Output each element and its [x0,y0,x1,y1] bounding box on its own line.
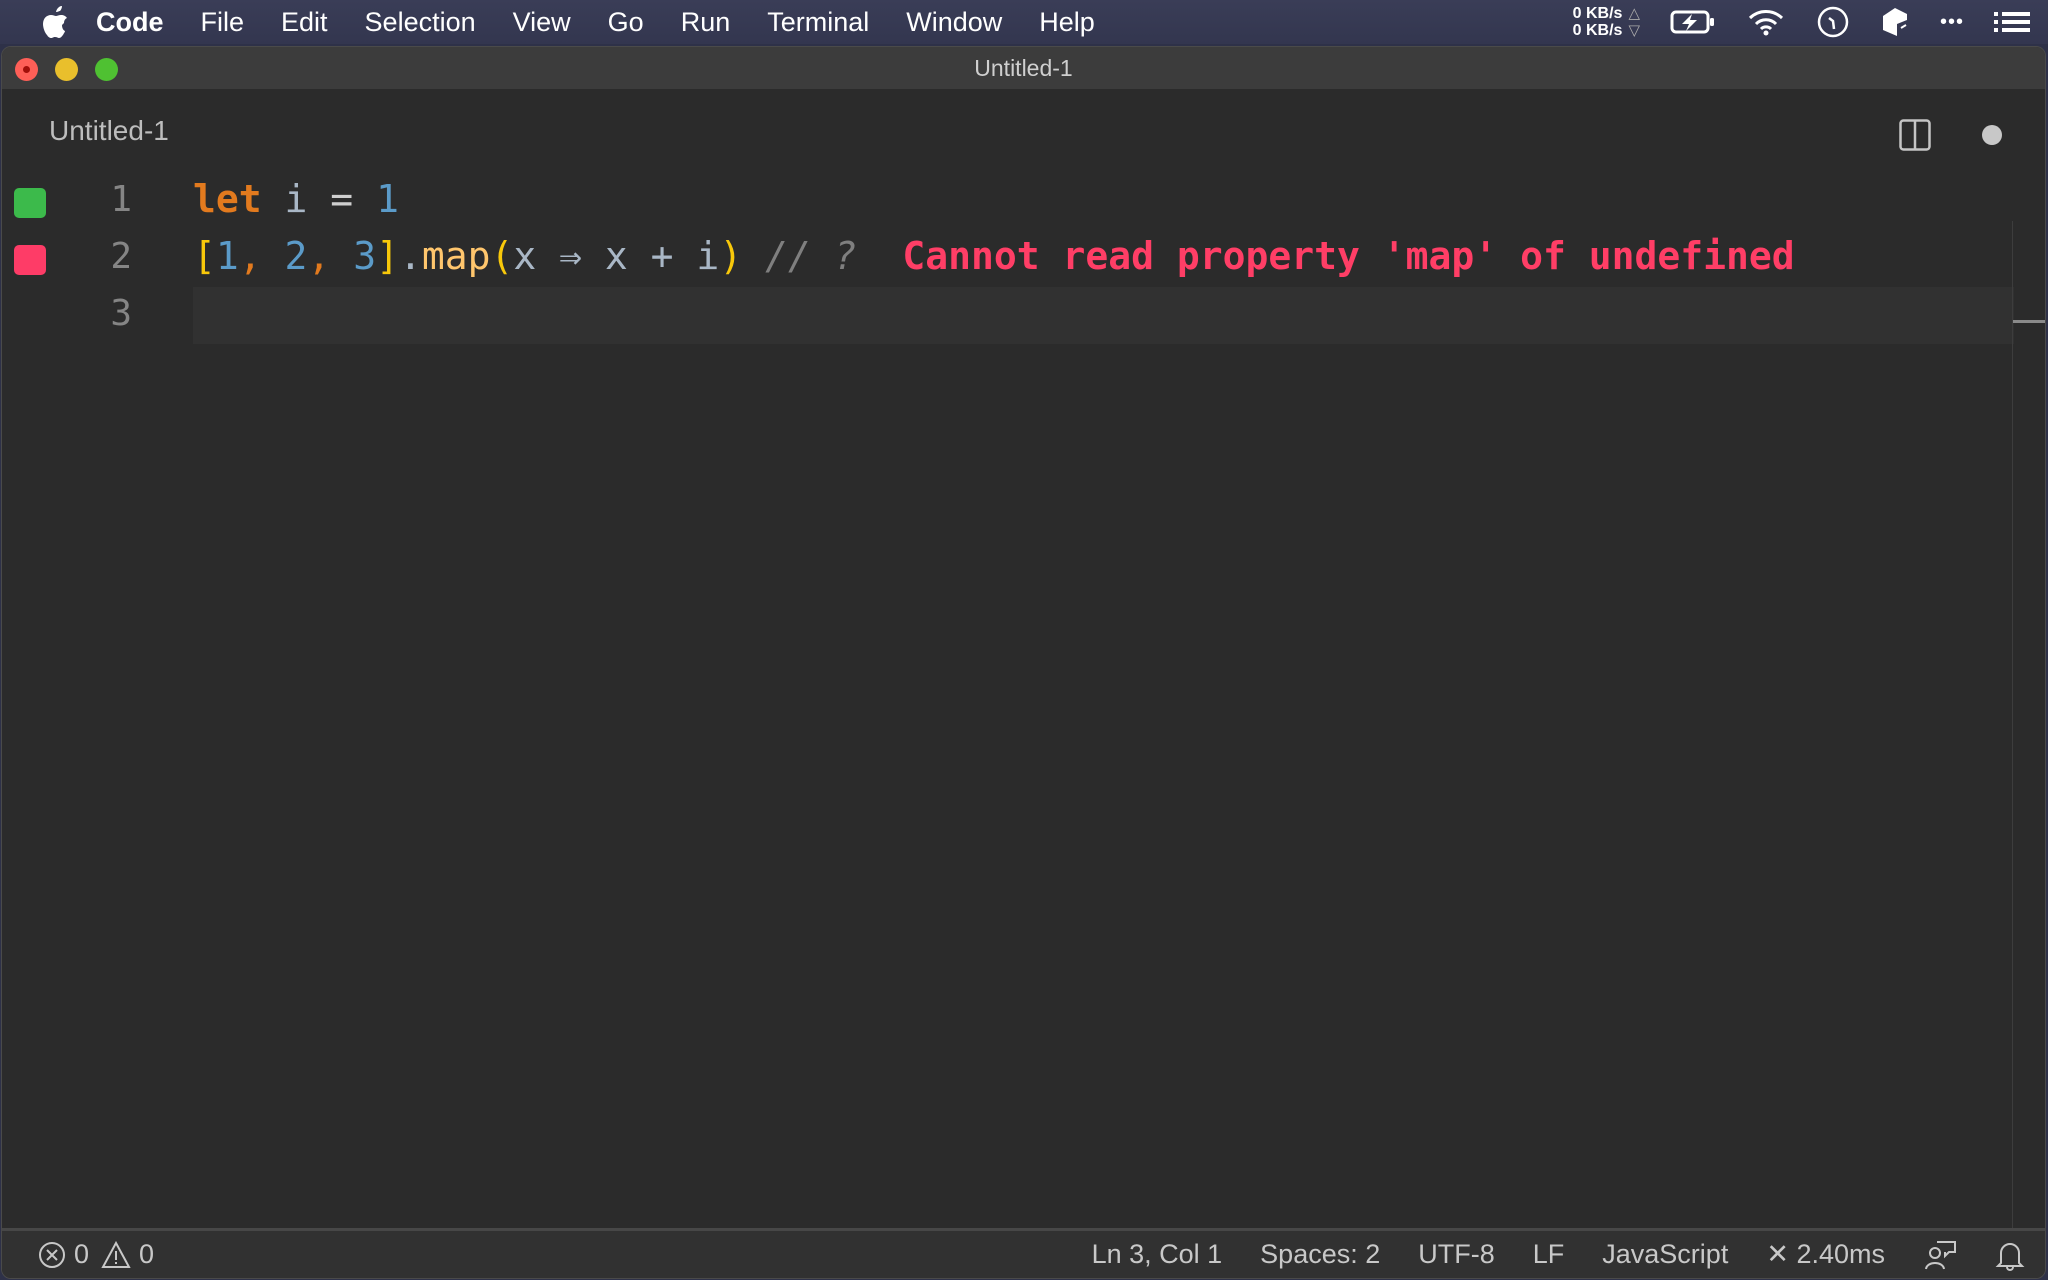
cursor-position[interactable]: Ln 3, Col 1 [1092,1239,1223,1270]
menu-edit[interactable]: Edit [281,7,328,38]
menu-app-code[interactable]: Code [96,7,164,38]
error-circle-icon [38,1241,66,1269]
menu-selection[interactable]: Selection [365,7,476,38]
code-token: = [307,177,377,221]
menu-file[interactable]: File [201,7,245,38]
language-mode[interactable]: JavaScript [1602,1239,1728,1270]
line-number: 1 [110,179,132,220]
editor-tab-bar: Untitled-1 [2,89,2045,173]
code-text: let i = 1 [193,177,399,221]
menu-go[interactable]: Go [608,7,644,38]
title-bar[interactable]: Untitled-1 [2,47,2045,89]
net-download-rate: 0 KB/s [1572,22,1623,39]
battery-charging-icon[interactable] [1670,9,1716,35]
error-count: 0 [74,1239,90,1269]
more-icon[interactable]: ••• [1940,11,1964,34]
code-editor[interactable]: 1 let i = 1 2 [1, 2, 3].map(x ⇒ x + i) /… [2,173,2045,1225]
vscode-window: Untitled-1 Untitled-1 1 let i = 1 2 [1, … [1,46,2046,1279]
code-token: 3 [353,234,377,278]
coverage-error-marker-icon [14,245,46,275]
close-window-button[interactable] [15,58,38,81]
menu-view[interactable]: View [513,7,571,38]
apple-menu-icon[interactable] [40,6,70,38]
code-text: [1, 2, 3].map(x ⇒ x + i) // ? Cannot rea… [193,234,1795,278]
tab-untitled-1[interactable]: Untitled-1 [49,115,169,147]
indentation-setting[interactable]: Spaces: 2 [1260,1239,1380,1270]
unsaved-changes-dot-icon[interactable] [1982,125,2002,145]
code-token: [ [193,234,216,278]
code-token: 1 [376,177,399,221]
menu-terminal[interactable]: Terminal [767,7,869,38]
code-line-1[interactable]: 1 let i = 1 [2,173,2014,230]
code-token: ( [490,234,514,278]
upload-arrow-icon: △ [1628,5,1640,22]
code-token: ] [376,234,399,278]
cube-icon[interactable] [1880,6,1910,38]
code-token: x ⇒ x + i [513,234,720,278]
macos-menu-bar: Code File Edit Selection View Go Run Ter… [0,0,2048,44]
code-token: , [307,234,354,278]
clock-icon[interactable] [1816,5,1850,39]
window-title: Untitled-1 [974,54,1073,81]
warning-triangle-icon [101,1240,131,1269]
code-token: 2 [284,234,308,278]
code-token: // ? [742,234,880,278]
ruler-cursor-mark [2013,320,2045,323]
minimize-window-button[interactable] [55,58,78,81]
code-token: 1 [215,234,239,278]
notifications-bell-icon[interactable] [1995,1239,2025,1271]
warning-count: 0 [139,1239,155,1269]
net-upload-rate: 0 KB/s [1572,5,1623,22]
code-token: , [238,234,285,278]
maximize-window-button[interactable] [95,58,118,81]
download-arrow-icon: ▽ [1628,22,1640,39]
coverage-ok-marker-icon [14,188,46,218]
code-token: map [421,234,491,278]
network-stats[interactable]: 0 KB/s △ 0 KB/s ▽ [1573,5,1640,39]
menu-bar-extras: 0 KB/s △ 0 KB/s ▽ ••• [1573,0,2030,44]
problems-indicator[interactable]: 0 0 [38,1239,154,1270]
menu-help[interactable]: Help [1039,7,1095,38]
line-number: 2 [110,236,132,277]
window-controls [15,58,118,81]
menu-window[interactable]: Window [906,7,1002,38]
code-line-2[interactable]: 2 [1, 2, 3].map(x ⇒ x + i) // ? Cannot r… [2,230,2014,287]
menu-run[interactable]: Run [681,7,731,38]
list-icon[interactable] [1994,10,2030,34]
code-token: . [398,234,422,278]
end-of-line[interactable]: LF [1533,1239,1565,1270]
file-encoding[interactable]: UTF-8 [1418,1239,1495,1270]
inline-error-message: Cannot read property 'map' of undefined [879,234,1795,278]
code-token: let [193,177,262,221]
overview-ruler-scrollbar[interactable] [2012,221,2045,1273]
feedback-icon[interactable] [1923,1239,1957,1271]
status-bar: 0 0 Ln 3, Col 1 Spaces: 2 UTF-8 LF JavaS… [2,1228,2045,1278]
line-number: 3 [110,293,132,334]
quokka-timing[interactable]: ✕ 2.40ms [1766,1239,1885,1270]
wifi-icon[interactable] [1746,8,1786,36]
code-token: ) [719,234,743,278]
code-line-3[interactable]: 3 [110,287,2014,344]
code-token: i [284,177,308,221]
split-editor-button[interactable] [1899,119,1931,151]
